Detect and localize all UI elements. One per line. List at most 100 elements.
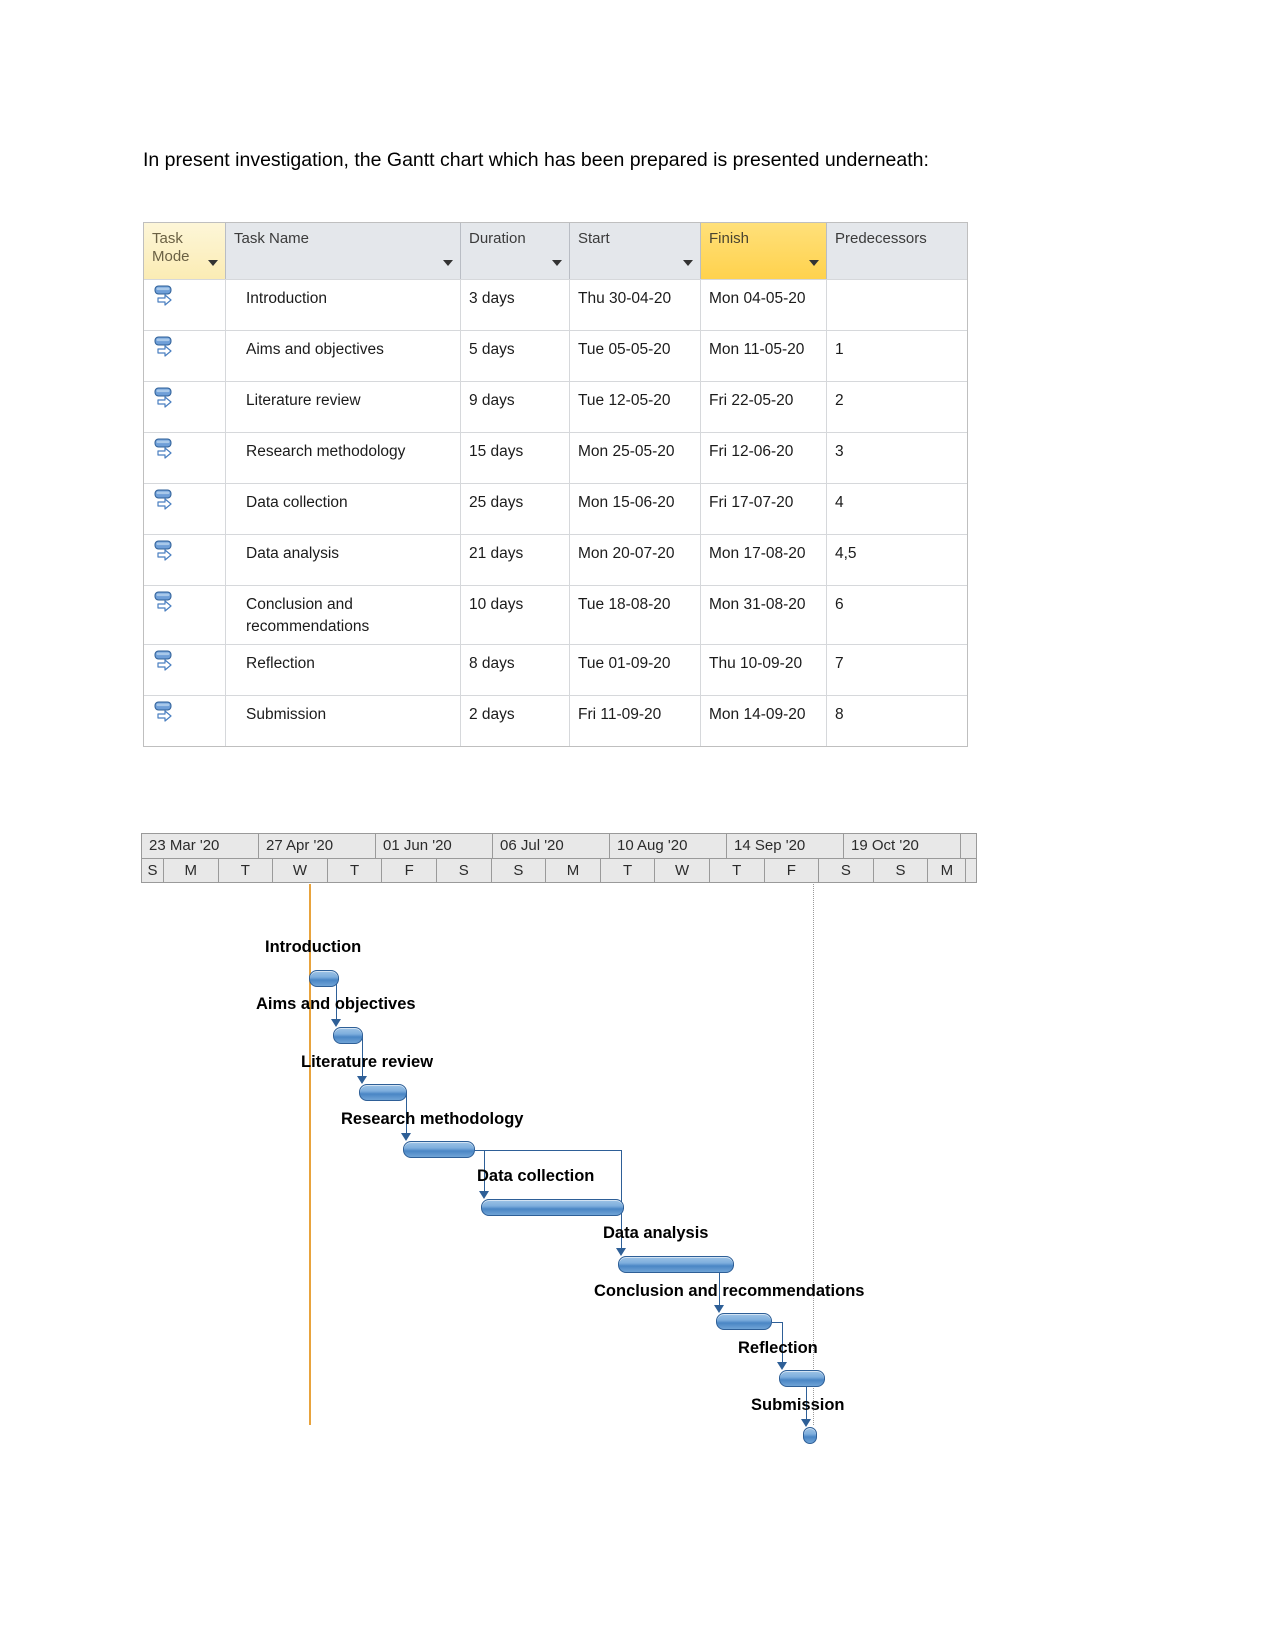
predecessors-cell[interactable]: 8 (827, 696, 967, 746)
timeline-major-tick: 14 Sep '20 (727, 834, 844, 858)
chevron-down-icon[interactable] (552, 260, 562, 266)
finish-date-cell[interactable]: Fri 12-06-20 (701, 433, 827, 483)
predecessors-cell[interactable]: 3 (827, 433, 967, 483)
table-row[interactable]: Aims and objectives 5 days Tue 05-05-20 Mon… (144, 330, 967, 381)
table-row[interactable]: Introduction 3 days Thu 30-04-20 Mon 04-05-… (144, 279, 967, 330)
table-row[interactable]: Submission 2 days Fri 11-09-20 Mon 14-09-20… (144, 695, 967, 746)
finish-date-cell[interactable]: Mon 17-08-20 (701, 535, 827, 585)
task-name-cell[interactable]: Conclusion and recommendations (226, 586, 461, 644)
manual-task-mode-icon[interactable] (144, 433, 226, 483)
predecessors-cell[interactable] (827, 280, 967, 330)
finish-date-cell[interactable]: Mon 11-05-20 (701, 331, 827, 381)
table-row[interactable]: Literature review 9 days Tue 12-05-20 Fri 2… (144, 381, 967, 432)
gantt-bar[interactable] (309, 970, 339, 987)
start-date-cell[interactable]: Tue 12-05-20 (570, 382, 701, 432)
duration-cell[interactable]: 2 days (461, 696, 570, 746)
gantt-bar[interactable] (481, 1199, 624, 1216)
chevron-down-icon[interactable] (809, 260, 819, 266)
finish-date-cell[interactable]: Thu 10-09-20 (701, 645, 827, 695)
manual-task-mode-icon[interactable] (144, 382, 226, 432)
timeline-minor-tick: M (164, 859, 219, 882)
finish-date-cell[interactable]: Mon 14-09-20 (701, 696, 827, 746)
gantt-bar[interactable] (333, 1027, 363, 1044)
finish-date-cell[interactable]: Mon 31-08-20 (701, 586, 827, 644)
column-header-finish[interactable]: Finish (701, 223, 827, 279)
start-date-cell[interactable]: Tue 05-05-20 (570, 331, 701, 381)
task-name-cell[interactable]: Reflection (226, 645, 461, 695)
table-row[interactable]: Research methodology 15 days Mon 25-05-20 F… (144, 432, 967, 483)
gantt-bar[interactable] (779, 1370, 825, 1387)
timeline-major-tick: 10 Aug '20 (610, 834, 727, 858)
column-header-predecessors[interactable]: Predecessors (827, 223, 967, 279)
table-row[interactable]: Data analysis 21 days Mon 20-07-20 Mon 17-0… (144, 534, 967, 585)
task-name-cell[interactable]: Introduction (226, 280, 461, 330)
timeline-major-tick: 01 Jun '20 (376, 834, 493, 858)
start-date-cell[interactable]: Tue 01-09-20 (570, 645, 701, 695)
timeline-minor-tick: F (382, 859, 437, 882)
task-name-cell[interactable]: Literature review (226, 382, 461, 432)
gantt-bar[interactable] (618, 1256, 734, 1273)
dependency-arrow-icon (331, 1019, 341, 1027)
manual-task-mode-icon[interactable] (144, 484, 226, 534)
manual-task-mode-icon[interactable] (144, 535, 226, 585)
manual-task-mode-icon[interactable] (144, 331, 226, 381)
finish-date-cell[interactable]: Fri 17-07-20 (701, 484, 827, 534)
timeline-minor-tick: S (874, 859, 929, 882)
predecessors-cell[interactable]: 2 (827, 382, 967, 432)
gantt-bar[interactable] (803, 1427, 817, 1444)
finish-date-cell[interactable]: Fri 22-05-20 (701, 382, 827, 432)
duration-cell[interactable]: 8 days (461, 645, 570, 695)
timeline-minor-tick: T (601, 859, 656, 882)
start-date-cell[interactable]: Thu 30-04-20 (570, 280, 701, 330)
duration-cell[interactable]: 9 days (461, 382, 570, 432)
duration-cell[interactable]: 21 days (461, 535, 570, 585)
timeline-minor-tick: W (655, 859, 710, 882)
gantt-bar[interactable] (716, 1313, 772, 1330)
predecessors-cell[interactable]: 1 (827, 331, 967, 381)
timeline-major-tick: 19 Oct '20 (844, 834, 961, 858)
chevron-down-icon[interactable] (208, 260, 218, 266)
gantt-bar-label: Introduction (265, 938, 362, 956)
predecessors-cell[interactable]: 4,5 (827, 535, 967, 585)
gantt-bar[interactable] (403, 1141, 475, 1158)
manual-task-mode-icon[interactable] (144, 696, 226, 746)
duration-cell[interactable]: 10 days (461, 586, 570, 644)
table-row[interactable]: Conclusion and recommendations 10 days Tue… (144, 585, 967, 644)
start-date-cell[interactable]: Mon 15-06-20 (570, 484, 701, 534)
manual-task-mode-icon[interactable] (144, 586, 226, 644)
manual-task-mode-icon[interactable] (144, 645, 226, 695)
predecessors-cell[interactable]: 4 (827, 484, 967, 534)
table-row[interactable]: Reflection 8 days Tue 01-09-20 Thu 10-09-20… (144, 644, 967, 695)
manual-task-mode-icon[interactable] (144, 280, 226, 330)
column-header-duration[interactable]: Duration (461, 223, 570, 279)
chevron-down-icon[interactable] (683, 260, 693, 266)
column-header-task-mode[interactable]: Task Mode (144, 223, 226, 279)
column-header-start[interactable]: Start (570, 223, 701, 279)
task-name-cell[interactable]: Data collection (226, 484, 461, 534)
chevron-down-icon[interactable] (443, 260, 453, 266)
duration-cell[interactable]: 5 days (461, 331, 570, 381)
table-row[interactable]: Data collection 25 days Mon 15-06-20 Fri 17… (144, 483, 967, 534)
column-header-label: Start (578, 230, 610, 247)
column-header-task-name[interactable]: Task Name (226, 223, 461, 279)
task-name-cell[interactable]: Data analysis (226, 535, 461, 585)
gantt-bar[interactable] (359, 1084, 407, 1101)
task-name-cell[interactable]: Research methodology (226, 433, 461, 483)
predecessors-cell[interactable]: 6 (827, 586, 967, 644)
timeline-minor-tick: S (492, 859, 547, 882)
start-date-cell[interactable]: Mon 20-07-20 (570, 535, 701, 585)
duration-cell[interactable]: 3 days (461, 280, 570, 330)
start-date-cell[interactable]: Mon 25-05-20 (570, 433, 701, 483)
predecessors-cell[interactable]: 7 (827, 645, 967, 695)
start-date-cell[interactable]: Tue 18-08-20 (570, 586, 701, 644)
dependency-arrow-icon (777, 1362, 787, 1370)
duration-cell[interactable]: 15 days (461, 433, 570, 483)
task-name-cell[interactable]: Submission (226, 696, 461, 746)
task-name-cell[interactable]: Aims and objectives (226, 331, 461, 381)
timeline-major-tick: 06 Jul '20 (493, 834, 610, 858)
start-date-cell[interactable]: Fri 11-09-20 (570, 696, 701, 746)
dependency-arrow-icon (357, 1076, 367, 1084)
duration-cell[interactable]: 25 days (461, 484, 570, 534)
dependency-arrow-icon (401, 1133, 411, 1141)
finish-date-cell[interactable]: Mon 04-05-20 (701, 280, 827, 330)
